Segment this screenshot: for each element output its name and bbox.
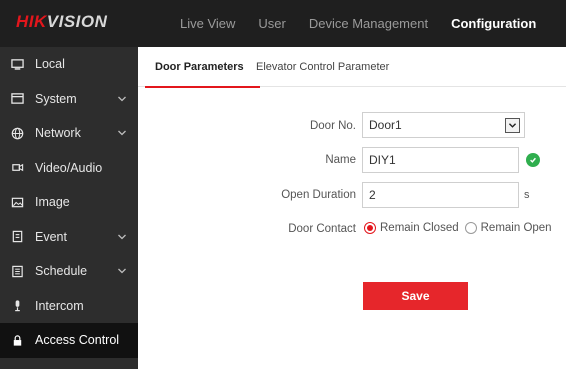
sidebar-item-label: Intercom [35, 298, 84, 313]
main-content: Door Parameters Elevator Control Paramet… [138, 47, 566, 369]
door-contact-label: Door Contact [288, 223, 356, 235]
door-no-value: Door1 [369, 118, 402, 132]
nav-user[interactable]: User [258, 16, 285, 31]
remain-closed-radio[interactable] [364, 222, 376, 234]
camera-icon [10, 161, 24, 175]
sidebar-item-network[interactable]: Network [0, 116, 138, 151]
sidebar-item-access-control[interactable]: Access Control [0, 323, 138, 358]
system-icon [10, 92, 24, 106]
door-no-label: Door No. [309, 120, 356, 132]
sidebar-item-schedule[interactable]: Schedule [0, 254, 138, 289]
globe-icon [10, 126, 24, 140]
sidebar-item-video-audio[interactable]: Video/Audio [0, 151, 138, 186]
chevron-down-icon[interactable] [117, 233, 127, 241]
sidebar-item-label: Schedule [35, 264, 88, 279]
sidebar-item-label: System [35, 91, 77, 106]
chevron-down-icon[interactable] [117, 95, 127, 103]
sidebar-item-intercom[interactable]: Intercom [0, 289, 138, 324]
sidebar: Local System Network Video/Audio Image E… [0, 47, 138, 369]
remain-closed-label[interactable]: Remain Closed [380, 222, 459, 234]
sidebar-item-label: Image [35, 195, 70, 210]
sidebar-item-label: Event [35, 229, 67, 244]
tab-door-parameters[interactable]: Door Parameters [145, 47, 260, 88]
open-duration-unit: s [524, 189, 530, 201]
chevron-down-icon[interactable] [505, 118, 520, 133]
chevron-down-icon[interactable] [117, 129, 127, 137]
save-button[interactable]: Save [363, 282, 468, 310]
sidebar-item-label: Network [35, 126, 81, 141]
lock-icon [10, 333, 24, 347]
intercom-icon [10, 299, 24, 313]
sidebar-item-local[interactable]: Local [0, 47, 138, 82]
top-bar: HIKVISION Live View User Device Manageme… [0, 0, 566, 47]
tab-elevator-control-parameter[interactable]: Elevator Control Parameter [256, 47, 389, 87]
chevron-down-icon[interactable] [117, 267, 127, 275]
sidebar-item-label: Access Control [35, 333, 120, 348]
name-input[interactable] [362, 147, 519, 173]
remain-open-label[interactable]: Remain Open [481, 222, 552, 234]
nav-device-management[interactable]: Device Management [309, 16, 428, 31]
sidebar-item-system[interactable]: System [0, 82, 138, 117]
open-duration-label: Open Duration [281, 189, 356, 201]
top-nav: Live View User Device Management Configu… [180, 0, 559, 47]
schedule-icon [10, 264, 24, 278]
sidebar-item-event[interactable]: Event [0, 220, 138, 255]
sidebar-item-label: Local [35, 57, 65, 72]
remain-open-radio[interactable] [464, 222, 477, 234]
door-contact-radio-group: Remain Closed Remain Open [364, 222, 558, 234]
image-icon [10, 195, 24, 209]
hikvision-logo: HIKVISION [16, 12, 108, 31]
checkmark-icon [526, 153, 540, 167]
event-icon [10, 230, 24, 244]
nav-configuration[interactable]: Configuration [451, 16, 536, 31]
monitor-icon [10, 57, 24, 71]
nav-live-view[interactable]: Live View [180, 16, 235, 31]
name-label: Name [325, 154, 356, 166]
sidebar-item-image[interactable]: Image [0, 185, 138, 220]
open-duration-input[interactable] [362, 182, 519, 208]
sidebar-item-label: Video/Audio [35, 160, 103, 175]
door-no-select[interactable]: Door1 [362, 112, 525, 138]
tab-bar: Door Parameters Elevator Control Paramet… [138, 47, 566, 88]
